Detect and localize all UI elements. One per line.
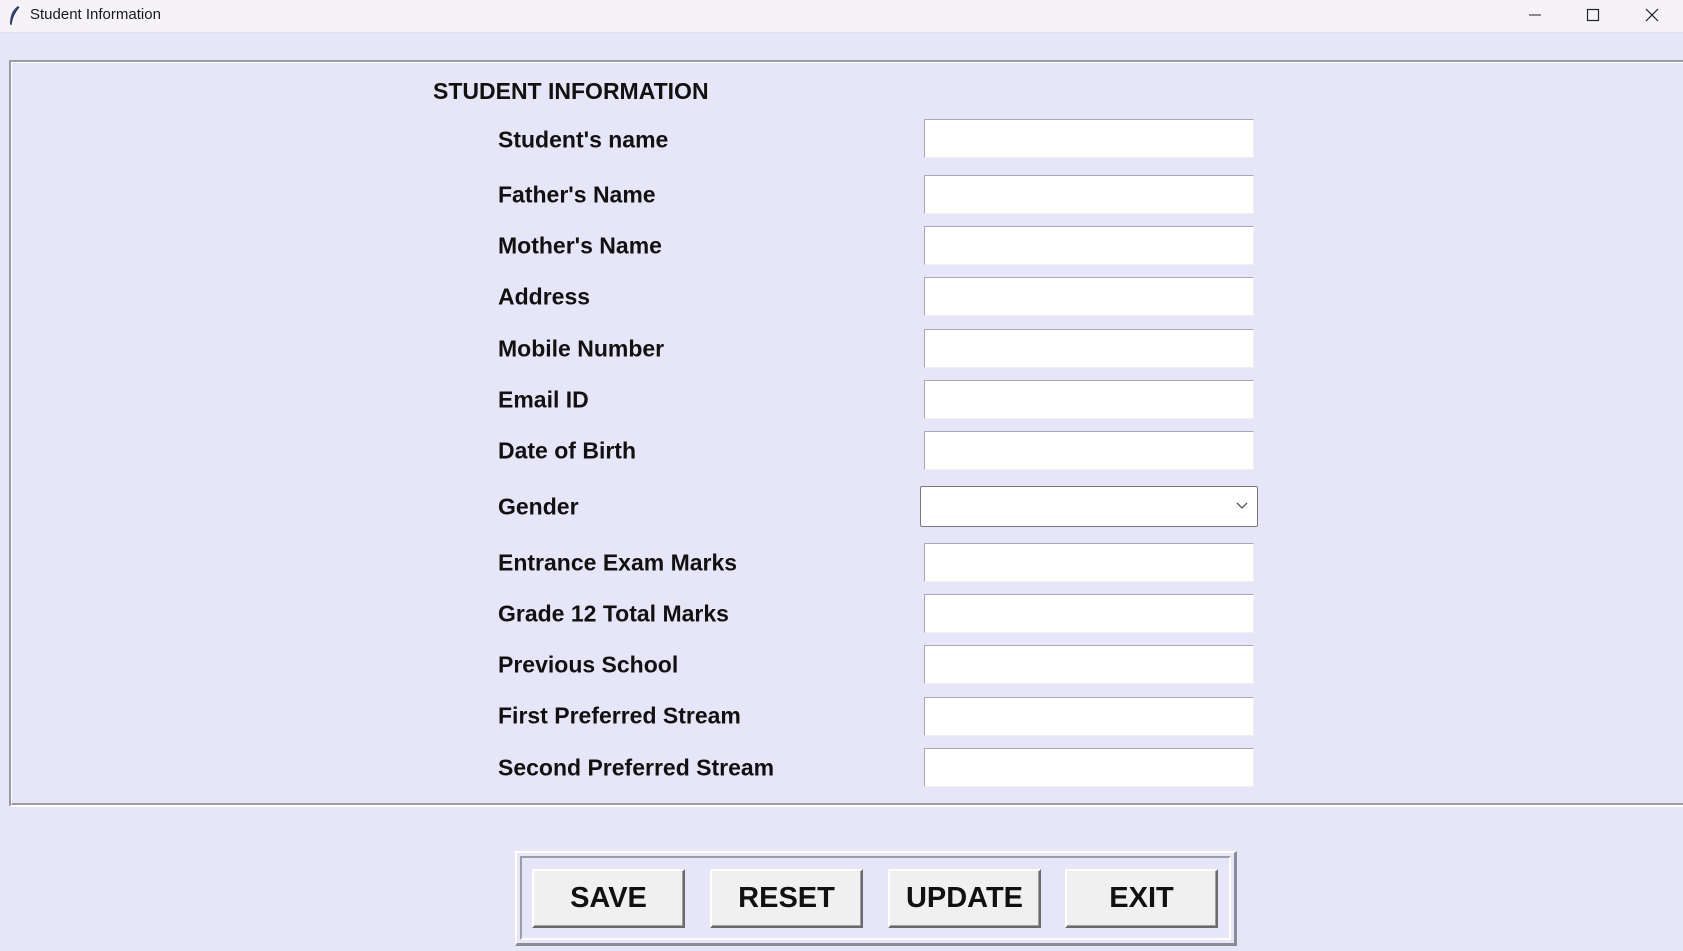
chevron-down-icon[interactable]: [1236, 501, 1248, 511]
label-grade-12-total-marks: Grade 12 Total Marks: [498, 600, 729, 627]
label-entrance-exam-marks: Entrance Exam Marks: [498, 549, 738, 576]
gender-combobox[interactable]: [920, 486, 1258, 527]
save-button[interactable]: SAVE: [532, 869, 685, 928]
minimize-button[interactable]: [1507, 0, 1563, 30]
entrance-exam-marks-field[interactable]: [924, 543, 1254, 582]
label-mother-name: Mother's Name: [498, 232, 662, 259]
title-bar: Student Information: [0, 0, 1683, 33]
label-gender: Gender: [498, 493, 579, 520]
previous-school-field[interactable]: [924, 645, 1254, 684]
grade-12-total-marks-field[interactable]: [924, 594, 1254, 633]
update-button[interactable]: UPDATE: [888, 869, 1041, 928]
close-button[interactable]: [1624, 0, 1680, 30]
label-address: Address: [498, 283, 591, 310]
label-email-id: Email ID: [498, 386, 589, 413]
first-preferred-stream-field[interactable]: [924, 697, 1254, 736]
reset-button[interactable]: RESET: [710, 869, 863, 928]
second-preferred-stream-field[interactable]: [924, 748, 1254, 787]
minimize-icon: [1529, 14, 1541, 16]
form-heading: STUDENT INFORMATION: [433, 78, 709, 104]
close-icon: [1645, 8, 1659, 22]
date-of-birth-field[interactable]: [924, 431, 1254, 470]
window-title: Student Information: [30, 6, 161, 23]
form-frame-inner: [11, 62, 1683, 805]
exit-button[interactable]: EXIT: [1065, 869, 1218, 928]
maximize-icon: [1586, 8, 1600, 22]
email-id-field[interactable]: [924, 380, 1254, 419]
maximize-button[interactable]: [1565, 0, 1621, 30]
label-mobile-number: Mobile Number: [498, 335, 665, 362]
feather-icon: [6, 4, 22, 28]
address-field[interactable]: [924, 277, 1254, 316]
label-first-preferred-stream: First Preferred Stream: [498, 702, 741, 729]
label-previous-school: Previous School: [498, 651, 679, 678]
label-father-name: Father's Name: [498, 181, 656, 208]
label-date-of-birth: Date of Birth: [498, 437, 636, 464]
label-student-name: Student's name: [498, 126, 669, 153]
mother-name-field[interactable]: [924, 226, 1254, 265]
father-name-field[interactable]: [924, 175, 1254, 214]
student-name-field[interactable]: [924, 119, 1254, 158]
label-second-preferred-stream: Second Preferred Stream: [498, 754, 775, 781]
mobile-number-field[interactable]: [924, 329, 1254, 368]
form-frame: [9, 60, 1683, 807]
